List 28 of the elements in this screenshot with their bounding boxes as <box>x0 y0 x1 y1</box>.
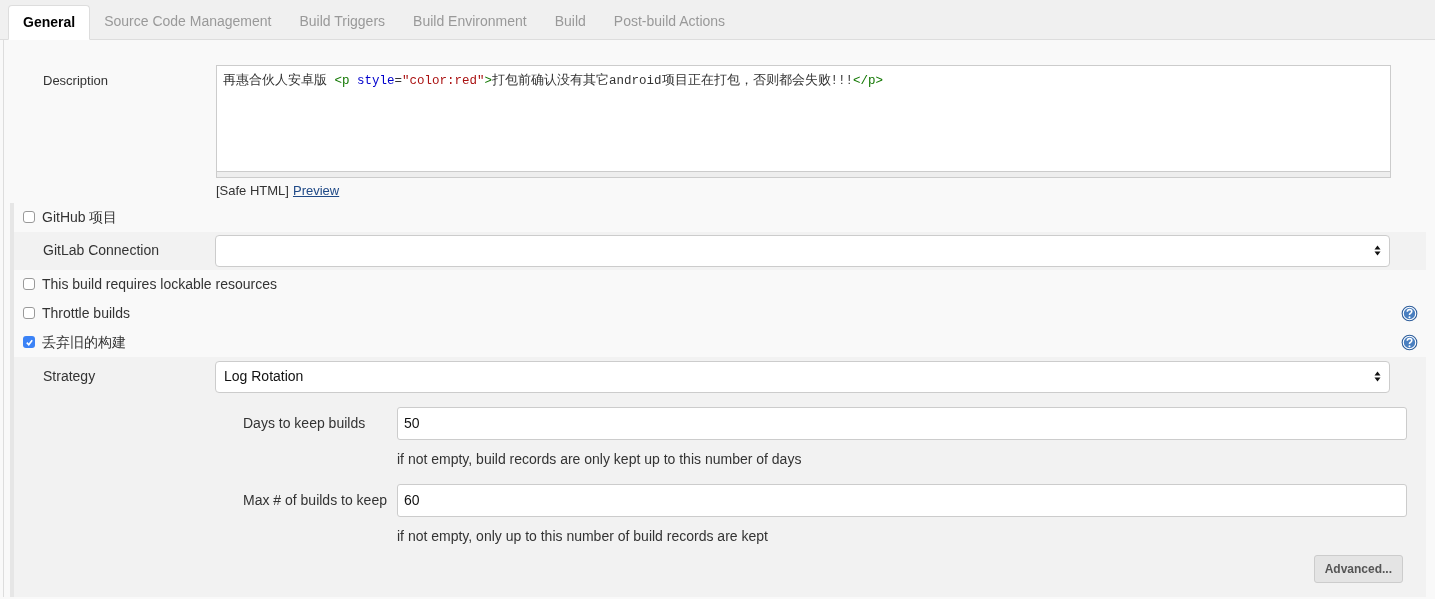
input-field[interactable]: 60 <box>397 483 1407 517</box>
field-label: Strategy <box>42 367 97 386</box>
description-field[interactable]: 再惠合伙人安卓版 <p style="color:red">打包前确认没有其它android项目正在打包，否则都会失败!!!</p> <box>216 65 1391 178</box>
format-note: [Safe HTML] <box>216 182 289 200</box>
field-label: Max # of builds to keep <box>242 490 388 510</box>
checkbox-label: 丢弃旧的构建 <box>42 332 127 352</box>
checkbox[interactable] <box>23 278 35 290</box>
select-field[interactable]: Log Rotation <box>215 360 1390 393</box>
help-icon[interactable] <box>1401 304 1418 322</box>
checkbox-label: GitHub 项目 <box>42 207 119 227</box>
field-label: Description <box>42 72 110 90</box>
checkbox[interactable] <box>23 336 35 348</box>
checkbox[interactable] <box>23 307 35 319</box>
advanced-button[interactable]: Advanced... <box>1313 554 1403 583</box>
field-label: Days to keep builds <box>242 413 367 433</box>
hint-text: if not empty, only up to this number of build records are kept <box>397 526 769 546</box>
dropdown-arrows-icon <box>1374 245 1381 256</box>
help-icon[interactable] <box>1401 333 1418 351</box>
checkbox[interactable] <box>23 211 35 223</box>
hint-text: if not empty, build records are only kept up to this number of days <box>397 449 803 469</box>
field-label: GitLab Connection <box>42 241 160 260</box>
dropdown-arrows-icon <box>1374 371 1381 382</box>
checkbox-label: This build requires lockable resources <box>42 274 278 294</box>
tab[interactable]: General <box>8 5 91 40</box>
preview-link[interactable]: Preview <box>292 181 340 201</box>
checkbox-label: Throttle builds <box>42 303 131 323</box>
input-field[interactable]: 50 <box>397 406 1407 440</box>
select-field[interactable] <box>215 234 1390 267</box>
